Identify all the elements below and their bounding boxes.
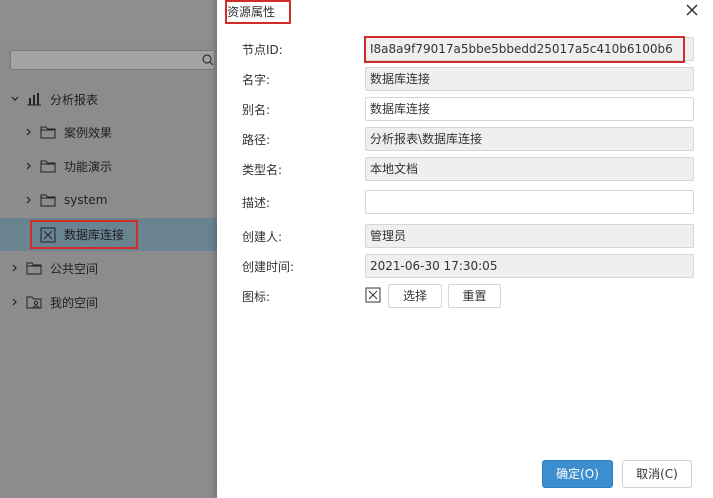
bar-chart-icon: [27, 93, 41, 106]
description-input[interactable]: [365, 190, 694, 214]
alias-row: 别名: 数据库连接: [217, 97, 713, 123]
tree-item-label: 功能演示: [64, 159, 113, 174]
creator-label: 创建人:: [242, 230, 283, 244]
name-label: 名字:: [242, 73, 271, 87]
chevron-right-icon[interactable]: [24, 161, 34, 171]
tree-item-my-space[interactable]: 我的空间: [0, 287, 217, 317]
tree-item-label: 分析报表: [50, 92, 99, 107]
folder-icon: [40, 160, 56, 173]
close-icon[interactable]: [685, 3, 699, 17]
node-id-label: 节点ID:: [242, 43, 283, 57]
tree-item-case-effects[interactable]: 案例效果: [0, 117, 217, 147]
node-id-row: 节点ID: I8a8a9f79017a5bbe5bbedd25017a5c410…: [217, 37, 713, 63]
tree-item-database-connection[interactable]: 数据库连接: [0, 218, 217, 251]
description-row: 描述:: [217, 190, 713, 216]
search-icon[interactable]: [202, 53, 214, 67]
creator-field: 管理员: [365, 224, 694, 248]
name-field: 数据库连接: [365, 67, 694, 91]
tree-item-label: 数据库连接: [64, 228, 125, 242]
user-folder-icon: [26, 296, 42, 309]
alias-label: 别名:: [242, 103, 271, 117]
chevron-right-icon[interactable]: [10, 263, 20, 273]
database-connection-icon: [40, 227, 56, 242]
dialog-title: 资源属性: [227, 5, 276, 19]
folder-icon: [26, 262, 42, 275]
icon-label: 图标:: [242, 290, 271, 304]
icon-row: 图标: 选择 重置: [217, 284, 713, 310]
alias-input[interactable]: 数据库连接: [365, 97, 694, 121]
tree-toolbar: [0, 0, 217, 40]
tree-item-label: 案例效果: [64, 125, 113, 140]
created-time-field: 2021-06-30 17:30:05: [365, 254, 694, 278]
folder-icon: [40, 194, 56, 207]
tree-item-analysis-reports[interactable]: 分析报表: [0, 84, 217, 114]
resource-tree-panel: 分析报表 案例效果 功能演示 system 数据库连接 公共空间 我的空间: [0, 0, 217, 498]
chevron-right-icon[interactable]: [10, 297, 20, 307]
chevron-right-icon[interactable]: [24, 127, 34, 137]
path-field: 分析报表\数据库连接: [365, 127, 694, 151]
tree-item-system[interactable]: system: [0, 185, 217, 215]
tree-item-label: 我的空间: [50, 295, 99, 310]
tree-item-label: system: [64, 193, 108, 207]
resource-properties-dialog: 资源属性 节点ID: I8a8a9f79017a5bbe5bbedd25017a…: [217, 0, 713, 498]
chevron-down-icon[interactable]: [10, 94, 20, 104]
tree-search-input[interactable]: [10, 50, 215, 70]
tree-item-label: 公共空间: [50, 261, 99, 276]
node-id-field: I8a8a9f79017a5bbe5bbedd25017a5c410b6100b…: [365, 37, 694, 61]
name-row: 名字: 数据库连接: [217, 67, 713, 93]
tree-item-feature-demo[interactable]: 功能演示: [0, 151, 217, 181]
database-connection-icon: [365, 287, 381, 303]
type-name-label: 类型名:: [242, 163, 283, 177]
type-name-field: 本地文档: [365, 157, 694, 181]
cancel-button[interactable]: 取消(C): [622, 460, 692, 488]
reset-icon-button[interactable]: 重置: [448, 284, 501, 308]
created-time-row: 创建时间: 2021-06-30 17:30:05: [217, 254, 713, 280]
type-name-row: 类型名: 本地文档: [217, 157, 713, 183]
creator-row: 创建人: 管理员: [217, 224, 713, 250]
description-label: 描述:: [242, 196, 271, 210]
path-row: 路径: 分析报表\数据库连接: [217, 127, 713, 153]
select-icon-button[interactable]: 选择: [388, 284, 442, 308]
ok-button[interactable]: 确定(O): [542, 460, 613, 488]
chevron-right-icon[interactable]: [24, 195, 34, 205]
path-label: 路径:: [242, 133, 271, 147]
tree-item-public-space[interactable]: 公共空间: [0, 253, 217, 283]
folder-icon: [40, 126, 56, 139]
created-time-label: 创建时间:: [242, 260, 295, 274]
